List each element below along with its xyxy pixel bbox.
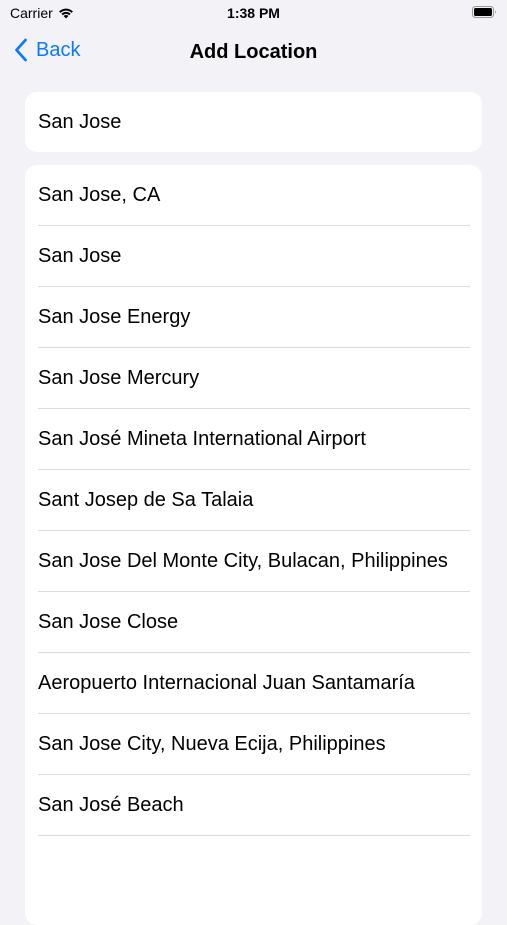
- battery-icon: [472, 6, 496, 18]
- result-item[interactable]: San Jose: [38, 226, 470, 287]
- result-item[interactable]: San Jose Mercury: [38, 348, 470, 409]
- result-item[interactable]: San José Beach: [38, 775, 470, 836]
- result-item[interactable]: San Jose Energy: [38, 287, 470, 348]
- result-item[interactable]: San Jose Del Monte City, Bulacan, Philip…: [38, 531, 470, 592]
- search-card: [25, 92, 482, 152]
- result-item[interactable]: Aeropuerto Internacional Juan Santamaría: [38, 653, 470, 714]
- page-title: Add Location: [189, 41, 318, 63]
- results-list: San Jose, CA San Jose San Jose Energy Sa…: [25, 165, 482, 925]
- result-item[interactable]: San José Mineta International Airport: [38, 409, 470, 470]
- status-bar: Carrier 1:38 PM: [0, 0, 507, 28]
- result-item[interactable]: San Jose City, Nueva Ecija, Philippines: [38, 714, 470, 775]
- status-time: 1:38 PM: [227, 5, 280, 21]
- navigation-bar: Back Add Location: [0, 28, 507, 76]
- location-search-input[interactable]: [38, 110, 469, 134]
- result-item[interactable]: Sant Josep de Sa Talaia: [38, 470, 470, 531]
- result-item[interactable]: San Jose, CA: [38, 165, 470, 226]
- result-item[interactable]: San Jose Close: [38, 592, 470, 653]
